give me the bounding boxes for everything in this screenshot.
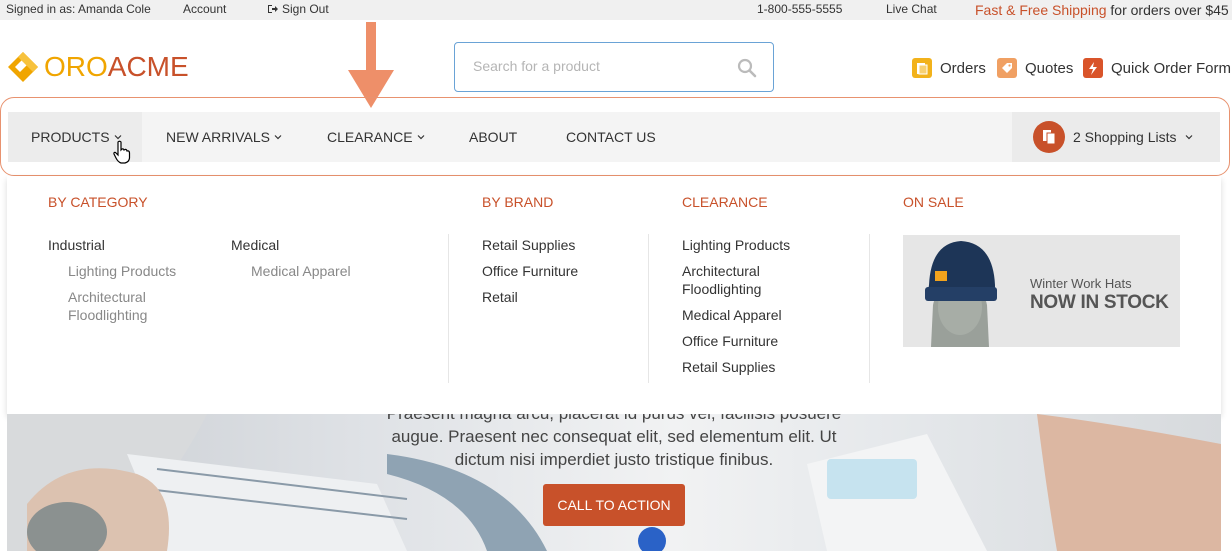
column-title-clearance: CLEARANCE [682, 194, 768, 210]
winter-hat-mannequin-icon [903, 235, 1180, 347]
shipping-promo: Fast & Free Shipping for orders over $45 [975, 2, 1229, 18]
menu-link-retail-supplies[interactable]: Retail Supplies [482, 236, 575, 254]
shopping-lists-label: 2 Shopping Lists [1073, 129, 1177, 145]
nav-item-label: NEW ARRIVALS [166, 129, 270, 145]
hero-line2: dictum nisi imperdiet justo tristique fi… [454, 450, 774, 469]
nav-item-label: PRODUCTS [31, 129, 110, 145]
menu-link-lighting-products[interactable]: Lighting Products [68, 262, 208, 280]
orders-icon [912, 58, 932, 78]
logo-text: OROACME [44, 50, 189, 84]
search-icon[interactable] [737, 58, 757, 78]
hero-text: Praesent magna arcu, placerat id purus v… [7, 414, 1221, 471]
nav-item-contact-us[interactable]: CONTACT US [566, 112, 656, 162]
nav-item-new-arrivals[interactable]: NEW ARRIVALS [166, 112, 282, 162]
menu-link-office-furniture[interactable]: Office Furniture [482, 262, 578, 280]
logo-oro: ORO [44, 51, 108, 82]
site-header: OROACME Orders Quotes Quick Order Form [0, 22, 1232, 112]
shopping-lists-button[interactable]: 2 Shopping Lists [1012, 112, 1220, 162]
phone-number[interactable]: 1-800-555-5555 [757, 2, 842, 16]
quotes-icon [997, 58, 1017, 78]
call-to-action-button[interactable]: CALL TO ACTION [543, 484, 685, 526]
column-divider [648, 234, 649, 383]
quotes-link[interactable]: Quotes [997, 58, 1073, 78]
lightning-icon [1083, 58, 1103, 78]
hero-line0: Praesent magna arcu, placerat id purus v… [7, 414, 1221, 425]
quick-order-form-label: Quick Order Form [1111, 59, 1232, 77]
search-input[interactable] [473, 58, 733, 74]
live-chat-link[interactable]: Live Chat [886, 2, 937, 16]
chevron-down-icon [1185, 135, 1192, 140]
menu-link-clearance-retail-supplies[interactable]: Retail Supplies [682, 358, 775, 376]
column-title-by-category: BY CATEGORY [48, 194, 148, 210]
menu-link-architectural-floodlighting[interactable]: Architectural Floodlighting [68, 288, 188, 324]
menu-link-retail[interactable]: Retail [482, 288, 518, 306]
logo-mark-icon [8, 52, 38, 82]
quick-order-form-link[interactable]: Quick Order Form [1083, 58, 1231, 78]
account-link[interactable]: Account [183, 2, 226, 16]
hero-line1: augue. Praesent nec consequat elit, sed … [391, 427, 837, 446]
menu-link-clearance-lighting-products[interactable]: Lighting Products [682, 236, 790, 254]
menu-link-industrial[interactable]: Industrial [48, 236, 105, 254]
search-box [454, 42, 774, 92]
top-bar: Signed in as: Amanda Cole Account Sign O… [0, 0, 1232, 20]
annotation-arrow-icon [348, 22, 394, 108]
quotes-label: Quotes [1025, 59, 1074, 77]
orders-label: Orders [940, 59, 986, 77]
nav-item-clearance[interactable]: CLEARANCE [327, 112, 425, 162]
column-divider [448, 234, 449, 383]
on-sale-banner[interactable]: Winter Work Hats NOW IN STOCK [903, 235, 1180, 347]
nav-item-about[interactable]: ABOUT [469, 112, 517, 162]
nav-item-label: CLEARANCE [327, 129, 413, 145]
menu-link-clearance-office-furniture[interactable]: Office Furniture [682, 332, 778, 350]
chevron-down-icon [274, 135, 282, 140]
mega-menu-dropdown: BY CATEGORY Industrial Lighting Products… [7, 176, 1221, 414]
menu-link-clearance-architectural-floodlighting[interactable]: Architectural Floodlighting [682, 262, 802, 298]
logo-acme: ACME [107, 51, 189, 82]
signed-in-label: Signed in as: Amanda Cole [6, 2, 151, 16]
sign-out-label: Sign Out [282, 2, 329, 16]
banner-line1: Winter Work Hats [1030, 276, 1132, 291]
hand-cursor-icon [113, 140, 131, 164]
column-title-by-brand: BY BRAND [482, 194, 554, 210]
banner-line2: NOW IN STOCK [1030, 292, 1169, 313]
logo[interactable]: OROACME [6, 50, 189, 84]
sign-out-icon [268, 5, 278, 13]
shopping-list-icon [1033, 121, 1065, 153]
column-divider [869, 234, 870, 383]
menu-link-medical-apparel[interactable]: Medical Apparel [251, 262, 351, 280]
hero-banner: Praesent magna arcu, placerat id purus v… [7, 414, 1221, 551]
column-title-on-sale: ON SALE [903, 194, 964, 210]
menu-link-medical[interactable]: Medical [231, 236, 279, 254]
shipping-highlight: Fast & Free Shipping [975, 2, 1107, 18]
menu-link-clearance-medical-apparel[interactable]: Medical Apparel [682, 306, 782, 324]
sign-out-link[interactable]: Sign Out [267, 2, 329, 16]
orders-link[interactable]: Orders [912, 58, 986, 78]
shipping-rest: for orders over $45 [1106, 2, 1229, 18]
main-navigation: PRODUCTS NEW ARRIVALS CLEARANCE ABOUT CO… [8, 112, 1220, 162]
chevron-down-icon [417, 135, 425, 140]
